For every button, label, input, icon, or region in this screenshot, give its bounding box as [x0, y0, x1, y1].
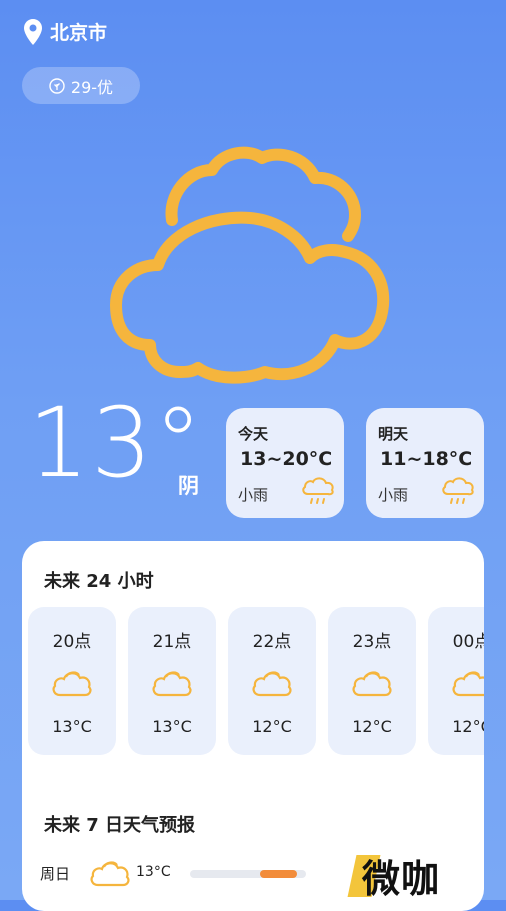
- cloudy-icon: [152, 671, 192, 697]
- tomorrow-forecast-card[interactable]: 明天 11~18°C 小雨: [366, 408, 484, 518]
- hourly-title: 未来 24 小时: [44, 571, 154, 592]
- hour-temp: 12°C: [452, 717, 484, 736]
- today-label: 今天: [238, 425, 269, 443]
- watermark-text: 微咖: [362, 857, 441, 901]
- temperature-range-fill: [259, 870, 297, 878]
- hour-label: 22点: [252, 632, 292, 652]
- rain-icon: [302, 477, 334, 504]
- today-condition: 小雨: [238, 486, 269, 504]
- tomorrow-condition: 小雨: [378, 486, 409, 504]
- hourly-item[interactable]: 21点 13°C: [128, 607, 216, 755]
- city-name: 北京市: [50, 22, 108, 44]
- air-quality-badge[interactable]: 29-优: [22, 67, 140, 104]
- cloudy-icon: [252, 671, 292, 697]
- week-day: 周日: [40, 865, 71, 883]
- location[interactable]: 北京市: [24, 18, 107, 45]
- hour-label: 23点: [352, 632, 392, 652]
- hourly-forecast-list[interactable]: 20点 13°C 21点 13°C 22点 12°C 23点 12°C 00点 …: [28, 607, 484, 755]
- tomorrow-label: 明天: [378, 425, 409, 443]
- hour-label: 21点: [152, 632, 192, 652]
- aqi-value: 29-优: [70, 77, 114, 97]
- hour-temp: 12°C: [252, 717, 292, 736]
- week-temp: 13°C: [136, 864, 171, 880]
- watermark-logo: 微咖: [347, 848, 441, 903]
- cloudy-icon: [52, 671, 92, 697]
- today-forecast-card[interactable]: 今天 13~20°C 小雨: [226, 408, 344, 518]
- hour-temp: 13°C: [152, 717, 192, 736]
- current-condition: 阴: [178, 474, 199, 498]
- leaf-icon: [49, 77, 65, 94]
- location-pin-icon: [24, 18, 42, 45]
- rain-icon: [442, 477, 474, 504]
- hourly-item[interactable]: 22点 12°C: [228, 607, 316, 755]
- cloudy-icon: [452, 671, 484, 697]
- cloudy-icon: [352, 671, 392, 697]
- cloudy-icon: [90, 861, 130, 887]
- hourly-item[interactable]: 00点 12°C: [428, 607, 484, 755]
- hour-temp: 12°C: [352, 717, 392, 736]
- temperature-range-bar: [190, 870, 306, 878]
- hourly-item[interactable]: 23点 12°C: [328, 607, 416, 755]
- cloudy-icon: [110, 146, 390, 384]
- hour-temp: 13°C: [52, 717, 92, 736]
- hour-label: 00点: [452, 632, 484, 652]
- tomorrow-range: 11~18°C: [380, 448, 473, 470]
- weekly-title: 未来 7 日天气预报: [44, 815, 196, 836]
- today-range: 13~20°C: [240, 448, 333, 470]
- hourly-item[interactable]: 20点 13°C: [28, 607, 116, 755]
- hour-label: 20点: [52, 632, 92, 652]
